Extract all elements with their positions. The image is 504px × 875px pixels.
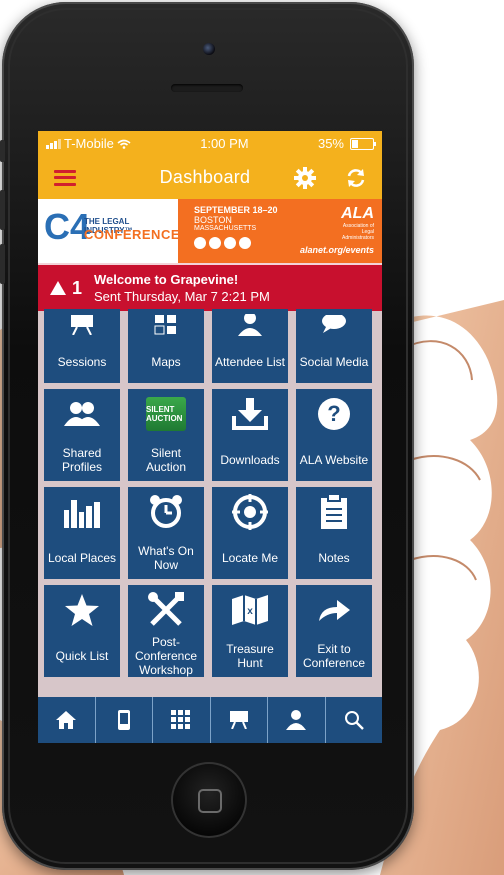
bottom-tab-bar — [38, 697, 382, 743]
mute-switch — [0, 140, 5, 162]
arrow-right-icon — [319, 600, 350, 621]
home-button[interactable] — [171, 762, 247, 838]
tile-notes[interactable]: Notes — [296, 487, 372, 579]
tile-label: Local Places — [47, 551, 117, 565]
presentation-board-icon — [71, 315, 93, 335]
tab-grid[interactable] — [153, 697, 211, 743]
presentation-icon — [229, 711, 248, 729]
app-screen: T-Mobile 1:00 PM 35% Dashboard C4 THE LE… — [38, 131, 382, 743]
tile-label: Shared Profiles — [61, 446, 102, 474]
tile-label: Post-Conference Workshop — [134, 635, 198, 677]
tile-label: Exit to Conference — [302, 642, 366, 670]
tile-downloads[interactable]: Downloads — [212, 389, 288, 481]
tile-label: Notes — [318, 551, 350, 565]
signal-icon — [46, 138, 61, 149]
battery-icon — [350, 137, 376, 150]
status-bar: T-Mobile 1:00 PM 35% — [38, 131, 382, 156]
silent-auction-icon: SILENT AUCTION — [146, 397, 186, 431]
tile-label: Treasure Hunt — [226, 642, 274, 670]
warning-icon — [49, 281, 66, 295]
tab-search[interactable] — [326, 697, 383, 743]
volume-down-button — [0, 244, 5, 284]
tile-post-conference-workshop[interactable]: Post-Conference Workshop — [128, 585, 204, 677]
clipboard-icon — [321, 494, 347, 529]
front-camera — [203, 43, 215, 55]
star-icon — [65, 594, 99, 626]
search-icon — [344, 711, 364, 730]
tile-label: Downloads — [220, 453, 280, 467]
person-icon — [238, 314, 262, 336]
tile-shared-profiles[interactable]: Shared Profiles — [44, 389, 120, 481]
chat-bubble-icon — [322, 315, 346, 333]
tile-label: Quick List — [55, 649, 109, 663]
battery-label: 35% — [317, 136, 344, 151]
refresh-icon[interactable] — [346, 168, 366, 188]
tile-exit-to-conference[interactable]: Exit to Conference — [296, 585, 372, 677]
tile-sessions[interactable]: Sessions — [44, 309, 120, 383]
ala-subtitle: Association of Legal Administrators — [342, 223, 374, 241]
tab-home[interactable] — [38, 697, 96, 743]
banner-dates: SEPTEMBER 18–20 — [194, 205, 278, 215]
svg-text:?: ? — [327, 401, 340, 426]
app-header: Dashboard — [38, 156, 382, 199]
ala-logo: ALA — [341, 205, 374, 222]
phone-icon — [117, 710, 130, 730]
tile-attendee-list[interactable]: Attendee List — [212, 309, 288, 383]
people-icon — [64, 402, 100, 426]
svg-text:x: x — [247, 606, 253, 617]
tile-label: Maps — [151, 355, 181, 369]
gear-icon[interactable] — [293, 166, 316, 189]
question-icon: ? — [318, 398, 350, 430]
tile-ala-website[interactable]: ? ALA Website — [296, 389, 372, 481]
tools-icon — [148, 592, 184, 626]
tab-phone[interactable] — [96, 697, 153, 743]
menu-icon[interactable] — [54, 169, 76, 186]
tile-label: What's On Now — [138, 544, 194, 572]
earpiece-speaker — [171, 84, 243, 92]
tile-label: Social Media — [299, 355, 369, 369]
banner-line2: CONFERENCE — [84, 227, 181, 242]
tile-label: Locate Me — [221, 551, 279, 565]
tile-label: Sessions — [57, 355, 107, 369]
tile-label: Silent Auction — [145, 446, 187, 474]
volume-up-button — [0, 190, 5, 230]
tab-sessions[interactable] — [211, 697, 268, 743]
person-badge-icon — [286, 710, 307, 730]
conference-banner[interactable]: C4 THE LEGAL INDUSTRY™ CONFERENCE SEPTEM… — [38, 199, 382, 263]
power-button — [280, 4, 330, 9]
page-title: Dashboard — [159, 167, 251, 187]
grid-icon — [171, 710, 191, 729]
map-grid-icon — [154, 315, 176, 335]
banner-url: alanet.org/events — [299, 245, 374, 255]
alert-banner[interactable]: 1 Welcome to Grapevine! Sent Thursday, M… — [38, 263, 382, 311]
alert-title: Welcome to Grapevine! — [94, 272, 239, 287]
tab-attendees[interactable] — [268, 697, 326, 743]
alert-subtitle: Sent Thursday, Mar 7 2:21 PM — [94, 289, 270, 304]
carrier-label: T-Mobile — [64, 136, 114, 151]
wifi-icon — [117, 139, 131, 149]
home-icon — [56, 711, 77, 729]
clock-label: 1:00 PM — [200, 136, 249, 151]
tile-label: ALA Website — [299, 453, 369, 467]
tile-quick-list[interactable]: Quick List — [44, 585, 120, 677]
banner-icons — [194, 237, 251, 249]
city-skyline-icon — [64, 500, 100, 528]
tile-social-media[interactable]: Social Media — [296, 309, 372, 383]
banner-state: MASSACHUSETTS — [194, 225, 257, 232]
tile-locate-me[interactable]: Locate Me — [212, 487, 288, 579]
download-icon — [232, 398, 268, 430]
tile-treasure-hunt[interactable]: x Treasure Hunt — [212, 585, 288, 677]
alert-count: 1 — [71, 277, 82, 298]
tile-maps[interactable]: Maps — [128, 309, 204, 383]
target-icon — [232, 494, 268, 530]
tile-local-places[interactable]: Local Places — [44, 487, 120, 579]
banner-city: BOSTON — [194, 215, 232, 225]
tile-silent-auction[interactable]: SILENT AUCTION Silent Auction — [128, 389, 204, 481]
tile-whats-on-now[interactable]: What's On Now — [128, 487, 204, 579]
tile-label: Attendee List — [214, 355, 286, 369]
alarm-clock-icon — [150, 495, 182, 528]
treasure-map-icon: x — [232, 595, 268, 625]
